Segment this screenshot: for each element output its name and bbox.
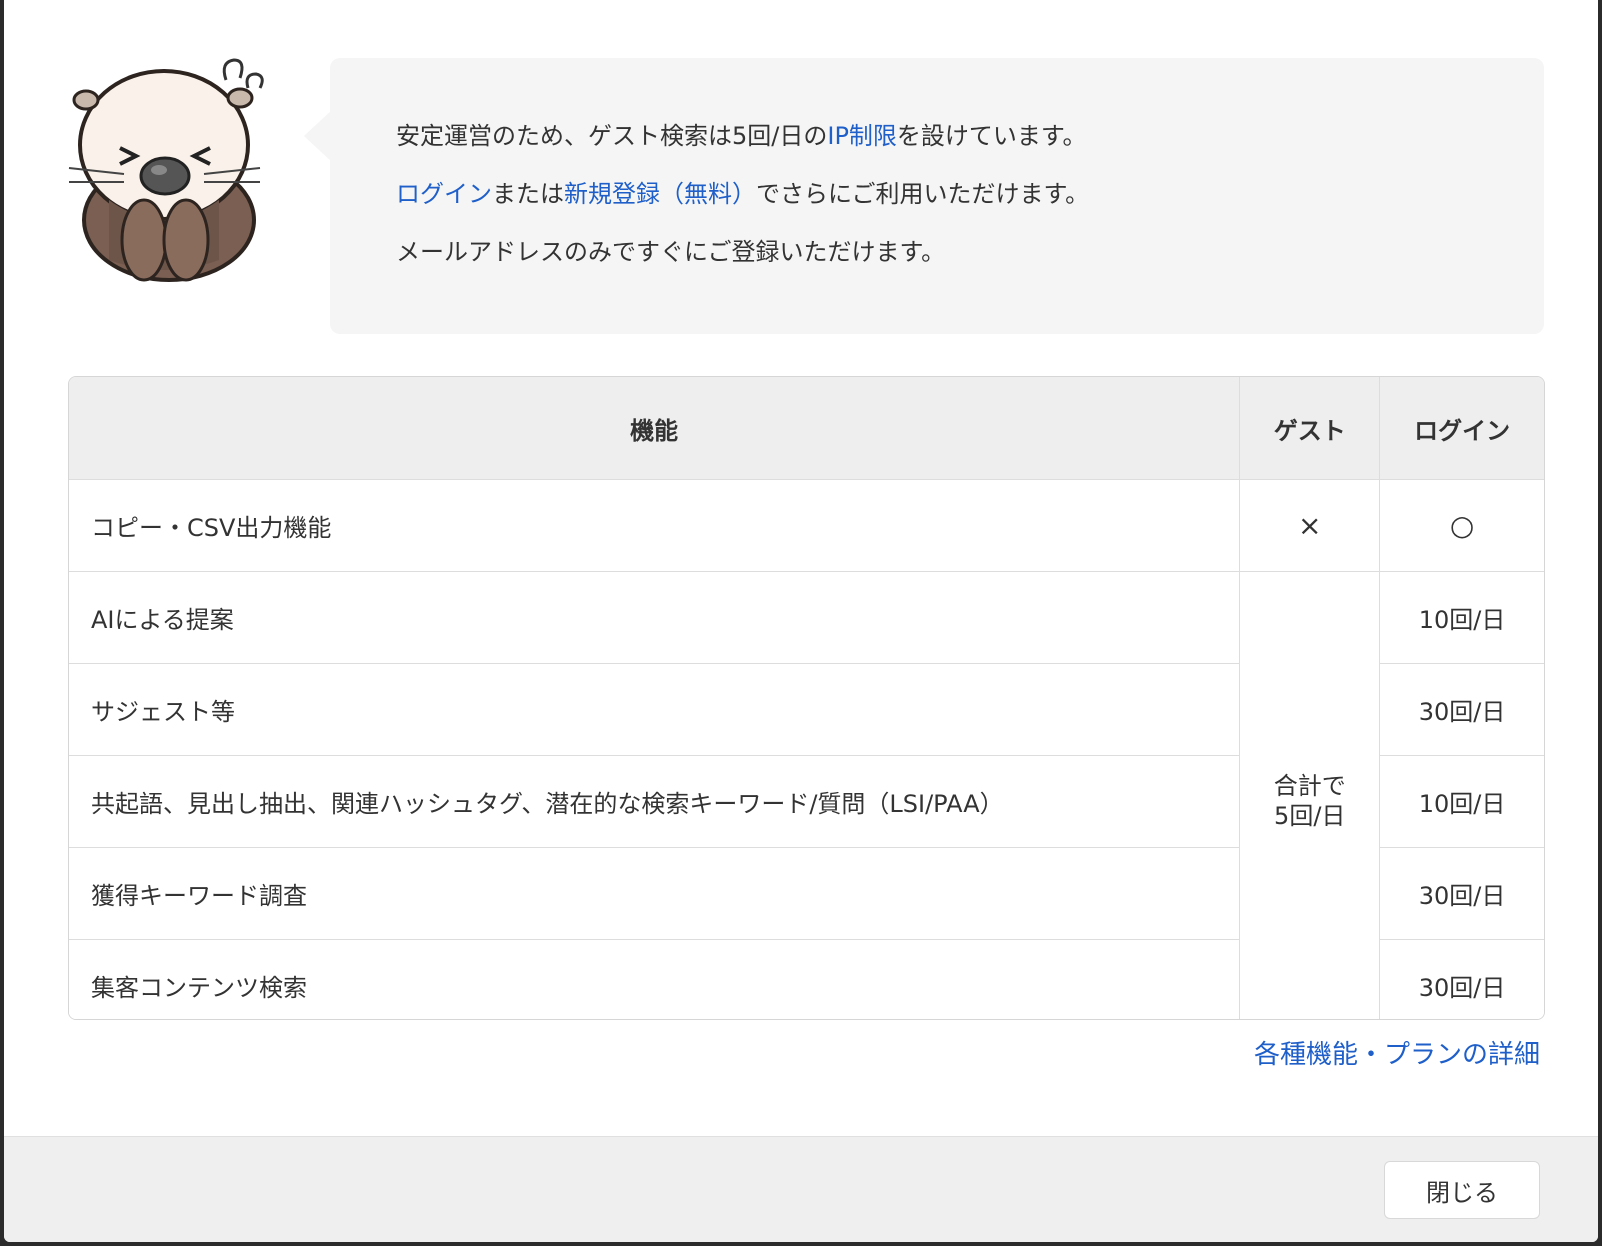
feature-cell: サジェスト等	[69, 663, 1241, 756]
modal-dialog: 安定運営のため、ゲスト検索は5回/日のIP制限を設けています。 ログインまたは新…	[4, 0, 1598, 1242]
table-row: コピー・CSV出力機能 × ○	[69, 479, 1544, 572]
guest-unavailable-mark: ×	[1239, 479, 1381, 572]
feature-cell: 集客コンテンツ検索	[69, 939, 1241, 1019]
message-text: または	[492, 180, 564, 208]
guest-limit-line-2: 5回/日	[1274, 802, 1346, 831]
guest-total-limit-cell: 合計で 5回/日	[1239, 571, 1381, 1019]
ip-limit-link[interactable]: IP制限	[827, 122, 897, 150]
close-button[interactable]: 閉じる	[1384, 1161, 1540, 1219]
login-limit-cell: 10回/日	[1379, 571, 1544, 664]
sea-otter-mascot-icon	[68, 58, 264, 282]
header-guest: ゲスト	[1239, 377, 1381, 480]
header-feature: 機能	[69, 377, 1241, 480]
login-limit-cell: 30回/日	[1379, 939, 1544, 1019]
table-header-row: 機能 ゲスト ログイン	[69, 377, 1544, 480]
feature-cell: 獲得キーワード調査	[69, 847, 1241, 940]
login-limit-cell: 30回/日	[1379, 847, 1544, 940]
message-line-1: 安定運営のため、ゲスト検索は5回/日のIP制限を設けています。	[396, 118, 1544, 154]
plan-details-link[interactable]: 各種機能・プランの詳細	[1254, 1034, 1540, 1071]
modal-footer: 閉じる	[4, 1136, 1598, 1242]
feature-cell: コピー・CSV出力機能	[69, 479, 1241, 572]
message-line-3: メールアドレスのみですぐにご登録いただけます。	[396, 238, 946, 266]
login-limit-cell: 30回/日	[1379, 663, 1544, 756]
login-link[interactable]: ログイン	[396, 180, 492, 208]
login-limit-cell: 10回/日	[1379, 755, 1544, 848]
feature-cell: 共起語、見出し抽出、関連ハッシュタグ、潜在的な検索キーワード/質問（LSI/PA…	[69, 755, 1241, 848]
guest-limit-line-1: 合計で	[1273, 772, 1346, 801]
feature-limit-table: 機能 ゲスト ログイン コピー・CSV出力機能 × ○ AIによる提案 合計で …	[68, 376, 1545, 1020]
feature-cell: AIによる提案	[69, 571, 1241, 664]
register-link[interactable]: 新規登録（無料）	[564, 180, 756, 208]
login-available-mark: ○	[1379, 479, 1544, 572]
message-text: 安定運営のため、ゲスト検索は5回/日の	[396, 122, 828, 150]
header-login: ログイン	[1379, 377, 1544, 480]
message-text: を設けています。	[896, 122, 1087, 150]
info-speech-bubble: 安定運営のため、ゲスト検索は5回/日のIP制限を設けています。 ログインまたは新…	[304, 58, 1544, 334]
table-row: AIによる提案 合計で 5回/日 10回/日	[69, 571, 1544, 1019]
message-text: でさらにご利用いただけます。	[756, 180, 1090, 208]
message-line-2: ログインまたは新規登録（無料）でさらにご利用いただけます。	[396, 176, 1544, 212]
